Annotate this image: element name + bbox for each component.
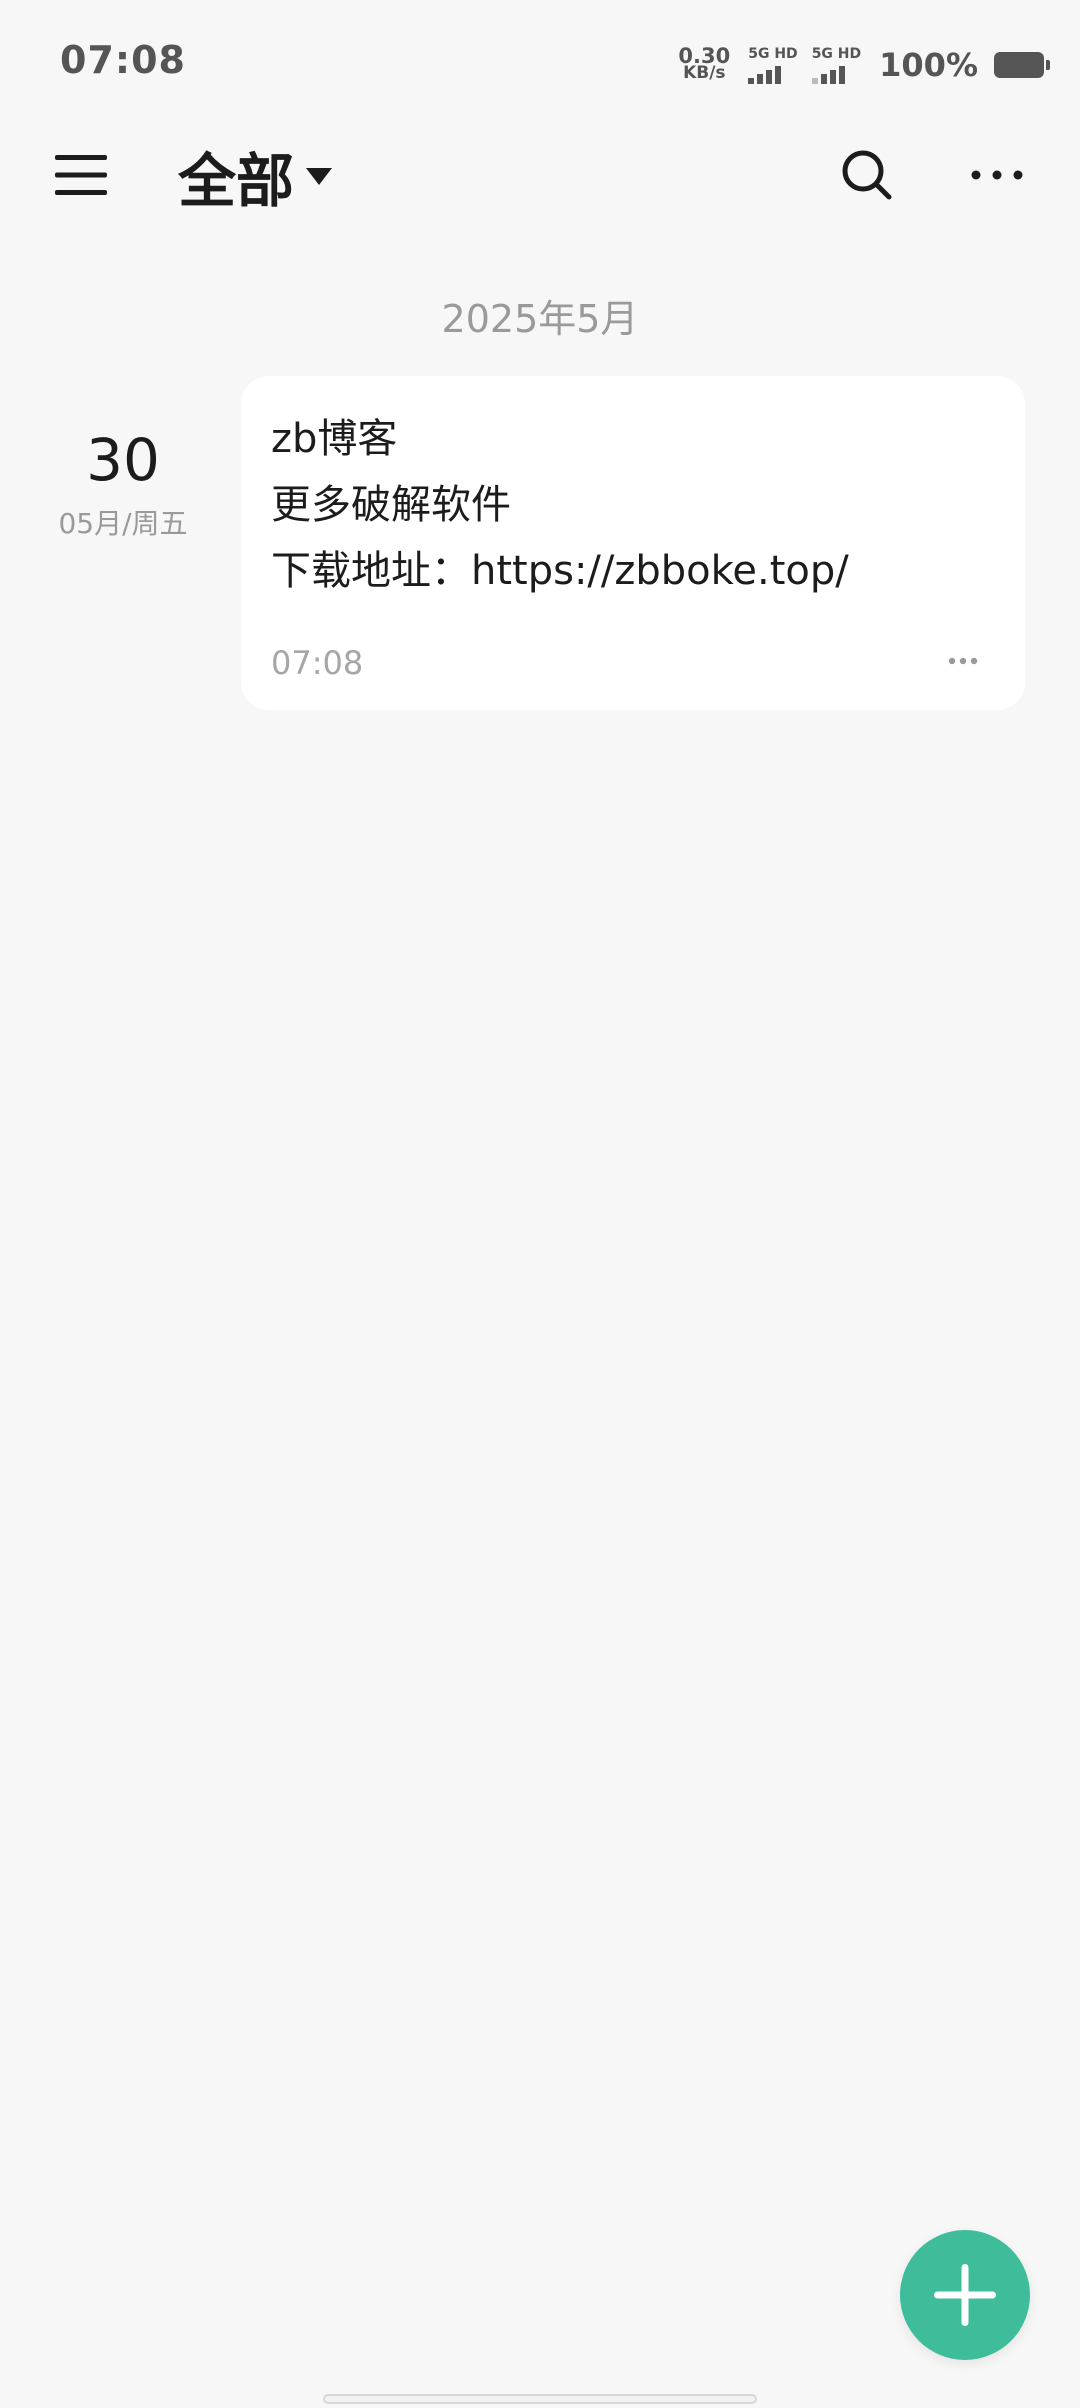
menu-button[interactable] bbox=[46, 140, 116, 210]
folder-title: 全部 bbox=[178, 147, 295, 215]
status-bar: 07:08 0.30 KB/s 5G HD 5G HD 100% bbox=[0, 0, 1080, 130]
note-line: 下载地址：https://zbboke.top/ bbox=[271, 548, 849, 594]
sim2-signal-icon: 5G HD bbox=[811, 46, 862, 84]
search-button[interactable] bbox=[832, 140, 902, 210]
note-date-day: 30 bbox=[86, 426, 160, 494]
battery-icon bbox=[994, 52, 1050, 78]
status-time: 07:08 bbox=[60, 38, 186, 82]
status-indicators: 0.30 KB/s 5G HD 5G HD 100% bbox=[678, 40, 1050, 90]
sim1-label: 5G HD bbox=[748, 46, 798, 62]
note-line-title: zb博客 bbox=[271, 416, 398, 462]
note-card[interactable]: zb博客 更多破解软件 下载地址：https://zbboke.top/ 07:… bbox=[241, 376, 1025, 710]
note-date-weekday: 05月/周五 bbox=[58, 507, 188, 540]
network-speed: 0.30 KB/s bbox=[678, 46, 730, 83]
note-line: 更多破解软件 bbox=[271, 482, 511, 528]
note-more-button[interactable] bbox=[941, 646, 985, 676]
network-speed-unit: KB/s bbox=[683, 63, 726, 83]
battery-percentage: 100% bbox=[879, 46, 978, 84]
search-icon bbox=[842, 150, 892, 200]
more-horizontal-icon bbox=[971, 170, 1023, 180]
more-horizontal-icon bbox=[948, 657, 978, 665]
sim1-signal-icon: 5G HD bbox=[748, 46, 798, 84]
note-time: 07:08 bbox=[271, 644, 364, 682]
note-date: 30 05月/周五 bbox=[40, 420, 206, 542]
new-note-button[interactable] bbox=[900, 2230, 1030, 2360]
month-header: 2025年5月 bbox=[441, 297, 639, 341]
caret-down-icon bbox=[306, 167, 333, 185]
sim2-label: 5G HD bbox=[811, 46, 862, 62]
top-toolbar: 全部 bbox=[0, 130, 1080, 220]
folder-selector[interactable]: 全部 bbox=[178, 136, 333, 216]
more-options-button[interactable] bbox=[962, 140, 1032, 210]
home-indicator[interactable] bbox=[323, 2394, 757, 2404]
hamburger-menu-icon bbox=[55, 155, 107, 195]
plus-icon bbox=[934, 2264, 996, 2326]
